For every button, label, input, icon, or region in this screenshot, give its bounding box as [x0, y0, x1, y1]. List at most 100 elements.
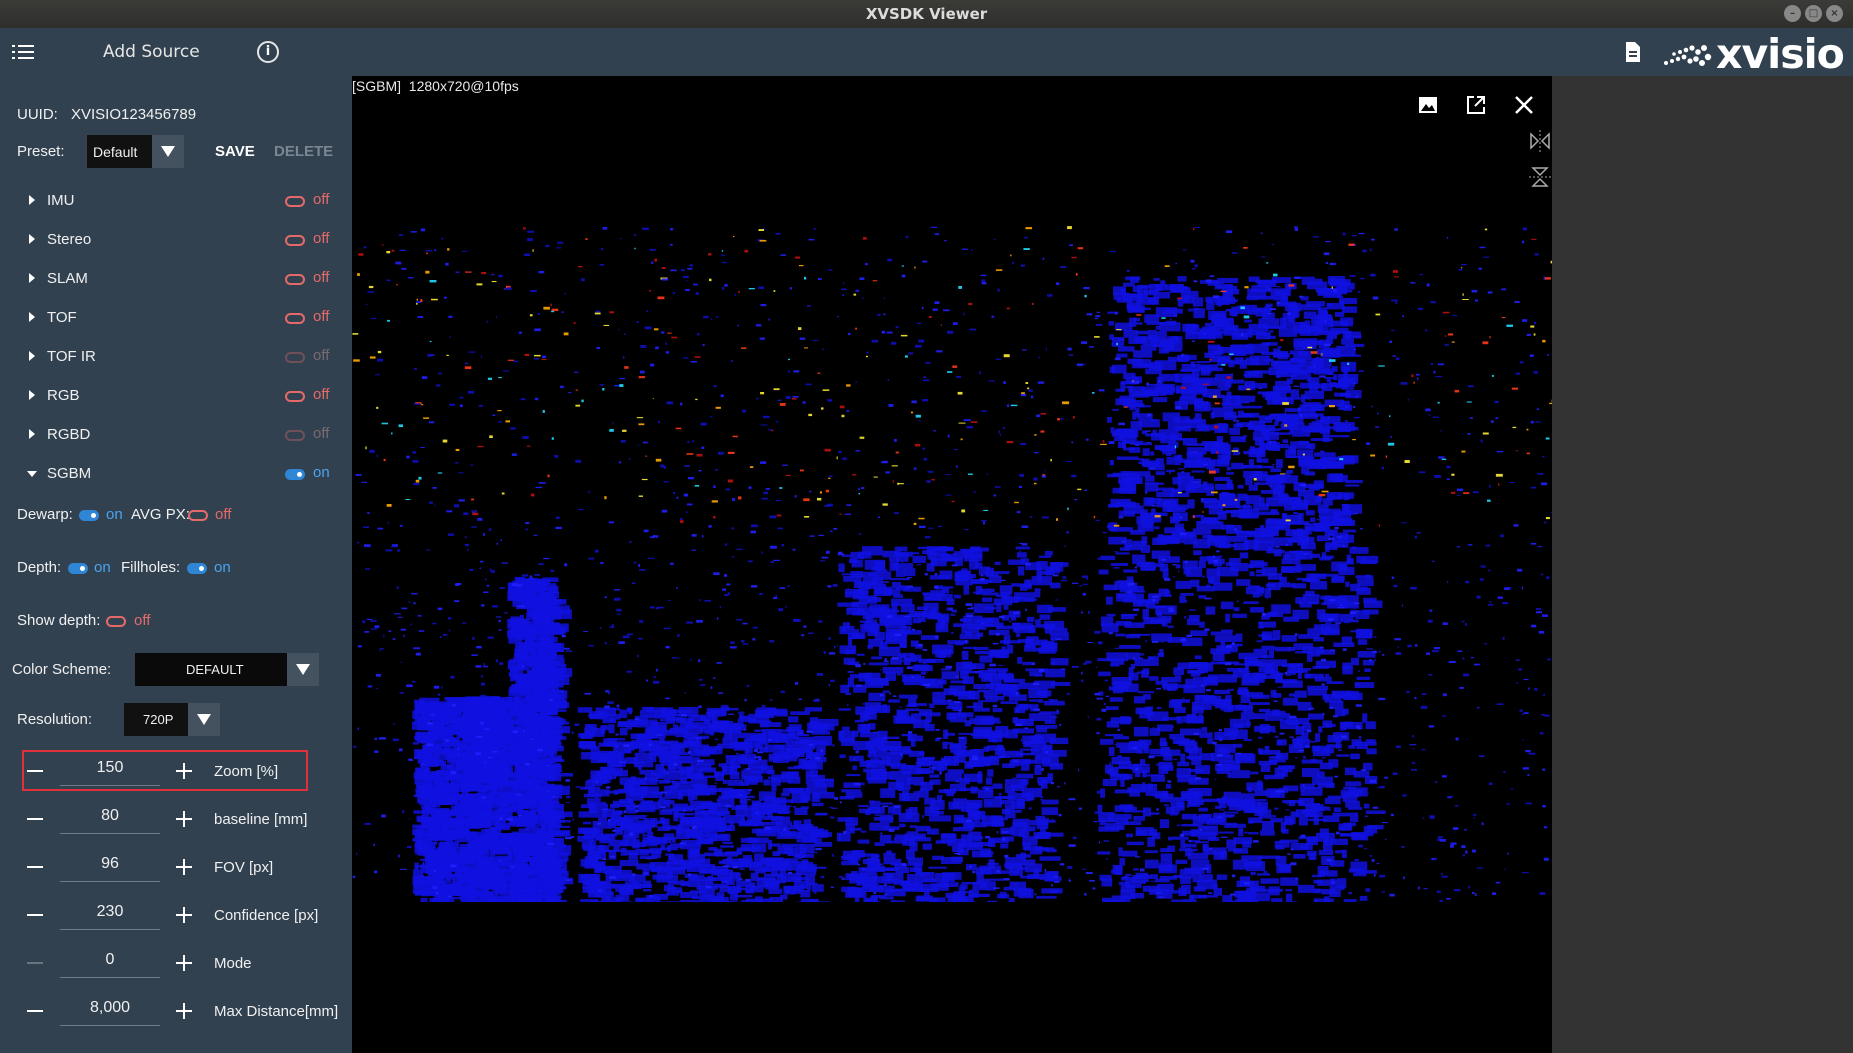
slam-toggle[interactable] [285, 274, 305, 285]
sensor-label: Stereo [47, 231, 92, 248]
snapshot-image-icon[interactable] [1417, 94, 1439, 116]
avgpx-toggle[interactable] [188, 510, 208, 521]
sensor-row-tof[interactable]: TOF off [0, 303, 352, 333]
maxdistance-input[interactable]: 8,000 [60, 996, 160, 1026]
flip-horizontal-icon[interactable] [1527, 128, 1553, 154]
colorscheme-select[interactable]: DEFAULT [135, 653, 319, 686]
colorscheme-dropdown-arrow-icon[interactable] [287, 653, 319, 686]
expand-arrow-icon[interactable] [29, 273, 35, 283]
sensor-label: TOF IR [47, 348, 96, 365]
mode-increment-button[interactable] [176, 955, 192, 971]
tof-state: off [313, 308, 330, 325]
preset-select[interactable]: Default [87, 135, 184, 168]
expand-arrow-icon[interactable] [29, 351, 35, 361]
uuid-label: UUID: [17, 106, 58, 123]
resolution-dropdown-arrow-icon[interactable] [188, 703, 220, 736]
confidence-input[interactable]: 230 [60, 900, 160, 930]
sensor-label: SLAM [47, 270, 88, 287]
sensor-row-tof-ir[interactable]: TOF IR off [0, 342, 352, 372]
fov-decrement-button[interactable] [27, 866, 43, 868]
confidence-increment-button[interactable] [176, 907, 192, 923]
logo-dots-icon [1664, 45, 1712, 66]
tof-ir-state: off [313, 347, 330, 364]
zoom-decrement-button[interactable] [27, 770, 43, 772]
rgb-state: off [313, 386, 330, 403]
imu-state: off [313, 191, 330, 208]
preset-dropdown-arrow-icon[interactable] [152, 135, 184, 168]
showdepth-toggle[interactable] [106, 616, 126, 627]
depth-toggle[interactable] [68, 563, 88, 574]
info-icon[interactable]: i [257, 41, 279, 63]
maxdistance-decrement-button[interactable] [27, 1010, 43, 1012]
document-icon[interactable] [1624, 41, 1642, 63]
sensor-row-imu[interactable]: IMU off [0, 186, 352, 216]
sensor-row-stereo[interactable]: Stereo off [0, 225, 352, 255]
window-titlebar: XVSDK Viewer – □ × [0, 0, 1853, 28]
baseline-input[interactable]: 80 [60, 804, 160, 834]
fov-stepper: 96 FOV [px] [0, 846, 352, 888]
confidence-stepper: 230 Confidence [px] [0, 894, 352, 936]
dewarp-toggle[interactable] [79, 510, 99, 521]
save-button[interactable]: SAVE [215, 143, 255, 160]
sgbm-toggle[interactable] [285, 469, 305, 480]
fillholes-toggle[interactable] [187, 563, 207, 574]
dewarp-state: on [106, 506, 123, 523]
confidence-decrement-button[interactable] [27, 914, 43, 916]
stream-info: 1280x720@10fps [408, 78, 519, 94]
sensor-row-slam[interactable]: SLAM off [0, 264, 352, 294]
expand-arrow-icon[interactable] [29, 390, 35, 400]
maximize-icon[interactable]: □ [1805, 5, 1822, 22]
right-panel [1552, 76, 1853, 1053]
rgb-toggle[interactable] [285, 391, 305, 402]
fov-increment-button[interactable] [176, 859, 192, 875]
sensor-label: RGBD [47, 426, 91, 443]
zoom-increment-button[interactable] [176, 763, 192, 779]
mode-decrement-button[interactable] [27, 962, 43, 964]
avgpx-state: off [215, 506, 232, 523]
maxdistance-increment-button[interactable] [176, 1003, 192, 1019]
expand-arrow-icon[interactable] [29, 312, 35, 322]
sensor-label: RGB [47, 387, 80, 404]
zoom-label: Zoom [%] [214, 763, 279, 780]
sgbm-state: on [313, 464, 330, 481]
imu-toggle[interactable] [285, 196, 305, 207]
logo-text: xvisio [1716, 30, 1845, 78]
expand-arrow-icon[interactable] [29, 234, 35, 244]
fillholes-label: Fillholes: [121, 559, 181, 576]
add-source-button[interactable]: Add Source [103, 42, 200, 62]
stereo-toggle[interactable] [285, 235, 305, 246]
maxdistance-label: Max Distance[mm] [214, 1003, 339, 1020]
depth-map-image [352, 226, 1552, 902]
baseline-increment-button[interactable] [176, 811, 192, 827]
flip-vertical-icon[interactable] [1527, 164, 1553, 190]
zoom-input[interactable]: 150 [60, 756, 160, 786]
slam-state: off [313, 269, 330, 286]
close-window-icon[interactable]: × [1826, 5, 1843, 22]
sensor-row-sgbm[interactable]: SGBM on [0, 459, 352, 489]
mode-input[interactable]: 0 [60, 948, 160, 978]
fov-input[interactable]: 96 [60, 852, 160, 882]
showdepth-state: off [134, 612, 151, 629]
baseline-label: baseline [mm] [214, 811, 308, 828]
expand-arrow-icon[interactable] [29, 195, 35, 205]
open-external-icon[interactable] [1465, 94, 1487, 116]
delete-button[interactable]: DELETE [274, 143, 333, 160]
expand-arrow-icon[interactable] [29, 429, 35, 439]
app-header: Add Source i xvisio [0, 28, 1853, 78]
resolution-value: 720P [143, 712, 174, 727]
close-view-icon[interactable] [1513, 94, 1535, 116]
showdepth-label: Show depth: [17, 612, 101, 629]
list-menu-icon[interactable] [12, 42, 36, 62]
sidebar: UUID: XVISIO123456789 Preset: Default SA… [0, 76, 352, 1053]
collapse-arrow-icon[interactable] [27, 471, 37, 477]
resolution-select[interactable]: 720P [124, 703, 220, 736]
minimize-icon[interactable]: – [1784, 5, 1801, 22]
depth-label: Depth: [17, 559, 62, 576]
colorscheme-value: DEFAULT [186, 662, 244, 677]
baseline-decrement-button[interactable] [27, 818, 43, 820]
sensor-row-rgb[interactable]: RGB off [0, 381, 352, 411]
tof-toggle[interactable] [285, 313, 305, 324]
sensor-row-rgbd[interactable]: RGBD off [0, 420, 352, 450]
sensor-label: TOF [47, 309, 77, 326]
mode-label: Mode [214, 955, 252, 972]
